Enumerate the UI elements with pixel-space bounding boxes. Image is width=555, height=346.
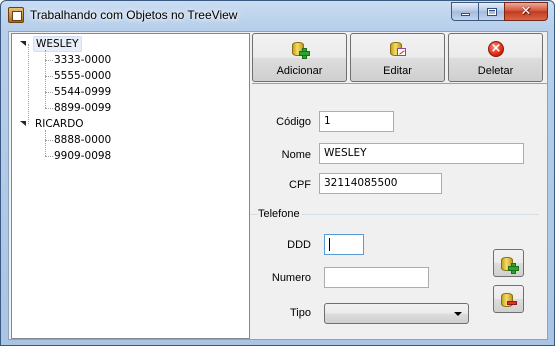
caption-buttons: ✕ [451,2,548,21]
window-title: Trabalhando com Objetos no TreeView [30,8,238,22]
codigo-label: Código [276,116,311,128]
minimize-icon [460,13,470,16]
add-button[interactable]: Adicionar [252,33,347,82]
add-button-label: Adicionar [276,65,323,77]
cpf-label: CPF [289,179,311,191]
delete-button[interactable]: Deletar [448,33,543,82]
chevron-down-icon [454,312,462,316]
database-add-icon [501,256,519,274]
tipo-label: Tipo [290,307,311,319]
ddd-label: DDD [287,239,311,251]
numero-label: Numero [271,272,311,284]
delete-icon [488,40,504,58]
tipo-select[interactable] [324,303,469,324]
tree-connector [45,76,53,77]
database-remove-icon [501,292,517,308]
tree-root-connector [28,44,29,124]
database-edit-icon [390,41,406,57]
maximize-icon [486,7,497,16]
maximize-button[interactable] [478,2,504,21]
text-caret [329,238,330,251]
tree-expander-icon[interactable] [20,120,28,128]
panel-divider [252,83,547,84]
tree-view[interactable]: WESLEY 3333-0000 5555-0000 5544-0999 8899-00… [11,33,250,339]
title-bar[interactable]: Trabalhando com Objetos no TreeView ✕ [1,1,554,29]
app-icon[interactable] [8,7,24,23]
numero-field[interactable] [324,267,429,288]
tree-connector [45,108,53,109]
tree-node-ricardo[interactable]: RICARDO [33,116,86,132]
edit-button-label: Editar [383,65,412,77]
tree-child-node[interactable]: 5544-0999 [54,84,111,100]
add-phone-button[interactable] [493,249,524,277]
tree-node-wesley[interactable]: WESLEY [33,36,82,52]
tree-expander-icon[interactable] [20,40,28,48]
tree-child-node[interactable]: 5555-0000 [54,68,111,84]
telefone-group-label: Telefone [258,208,302,220]
close-button[interactable]: ✕ [504,2,548,21]
remove-phone-button[interactable] [493,285,524,313]
cpf-field[interactable]: 32114085500 [319,173,442,194]
tree-connector [45,140,53,141]
tree-connector [45,50,46,108]
minimize-button[interactable] [451,2,478,21]
tree-connector [45,156,53,157]
tree-child-node[interactable]: 3333-0000 [54,52,111,68]
client-area: WESLEY 3333-0000 5555-0000 5544-0999 8899-00… [8,31,548,340]
codigo-field[interactable]: 1 [319,111,394,132]
ddd-field[interactable] [324,234,364,255]
delete-button-label: Deletar [477,65,514,77]
tree-connector [45,130,46,156]
toolbar: Adicionar Editar Deletar [252,33,547,83]
edit-button[interactable]: Editar [350,33,445,82]
nome-label: Nome [281,149,311,161]
tree-child-node[interactable]: 8899-0099 [54,100,111,116]
tree-child-node[interactable]: 9909-0098 [54,148,111,164]
nome-field[interactable]: WESLEY [319,143,524,164]
main-window: Trabalhando com Objetos no TreeView ✕ WE… [0,0,555,346]
tree-connector [45,60,53,61]
tree-child-node[interactable]: 8888-0000 [54,132,111,148]
tree-connector [45,92,53,93]
close-icon: ✕ [520,4,532,19]
database-add-icon [292,41,310,59]
